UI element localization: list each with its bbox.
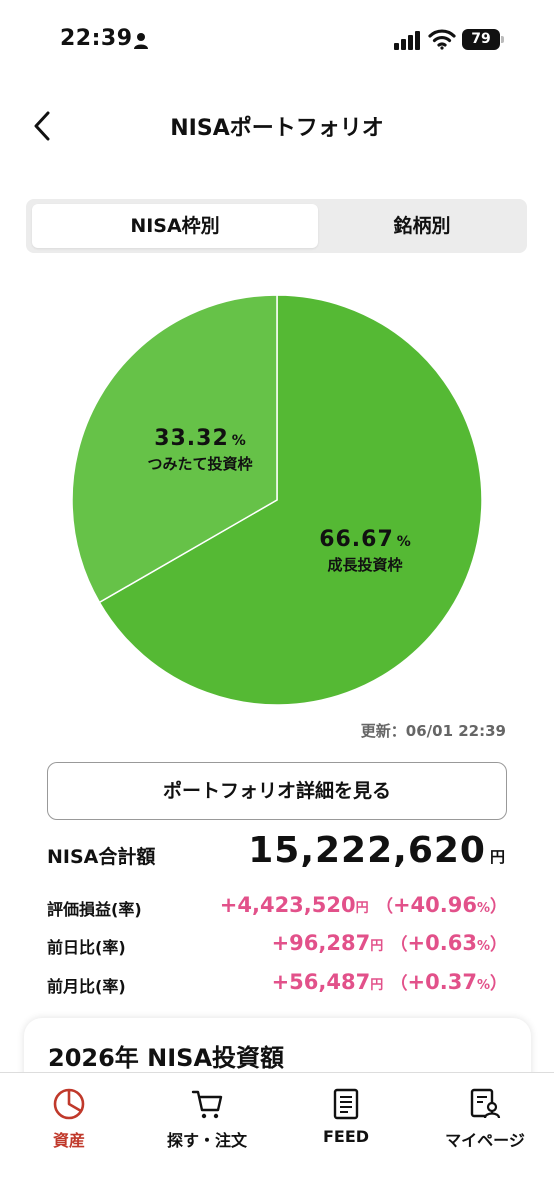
tab-by-stock[interactable]: 銘柄別 (322, 204, 522, 248)
cart-icon (191, 1090, 223, 1119)
tab-label: 資産 (52, 1131, 85, 1150)
metric-label: 前日比(率) (47, 938, 126, 957)
signal-icon (394, 31, 420, 50)
tab-mypage[interactable]: マイページ (420, 1087, 550, 1151)
wifi-icon (428, 29, 456, 50)
total-amount: 15,222,620 (248, 830, 486, 871)
battery-icon: 79 (462, 29, 504, 50)
tab-label: 探す・注文 (166, 1131, 247, 1150)
tab-search-order[interactable]: 探す・注文 (142, 1087, 272, 1151)
tab-label: マイページ (445, 1131, 525, 1150)
tab-label: FEED (322, 1127, 370, 1146)
updated-timestamp: 更新：06/01 22:39 (360, 722, 506, 740)
document-icon (333, 1088, 359, 1120)
bottom-tab-bar: 資産 探す・注文 FEED マイページ (0, 1072, 554, 1199)
pie-chart: 33.32% つみたて投資枠 66.67% 成長投資枠 (70, 293, 484, 707)
page-title: NISAポートフォリオ (170, 116, 384, 141)
portfolio-detail-button[interactable]: ポートフォリオ詳細を見る (47, 762, 507, 820)
total-value: 15,222,620 円 (248, 830, 506, 871)
pie-label-seichou: 66.67% 成長投資枠 (270, 527, 460, 575)
pie-chart-svg (71, 294, 483, 706)
status-time: 22:39 (60, 26, 133, 51)
pie-pct-seichou: 66.67 (319, 527, 394, 552)
tab-feed[interactable]: FEED (281, 1087, 411, 1146)
battery-level: 79 (462, 29, 500, 50)
pie-label-tsumitate: 33.32% つみたて投資枠 (110, 426, 290, 474)
card-title: 2026年 NISA投資額 (48, 1044, 285, 1072)
metric-value: +4,423,520円 （+40.96%） (219, 893, 507, 917)
pie-name-tsumitate: つみたて投資枠 (147, 455, 253, 473)
segmented-control: NISA枠別 銘柄別 (26, 199, 527, 253)
metric-label: 評価損益(率) (47, 900, 142, 919)
person-icon (134, 33, 148, 49)
metric-label: 前月比(率) (47, 977, 126, 996)
metric-row-valuation: 評価損益(率) +4,423,520円 （+40.96%） (47, 892, 507, 922)
metric-value: +96,287円 （+0.63%） (271, 931, 507, 955)
tab-nisa-frame[interactable]: NISA枠別 (32, 204, 318, 248)
metric-row-daily: 前日比(率) +96,287円 （+0.63%） (47, 930, 507, 960)
metric-row-monthly: 前月比(率) +56,487円 （+0.37%） (47, 969, 507, 999)
pie-pct-tsumitate: 33.32 (154, 426, 229, 451)
metric-value: +56,487円 （+0.37%） (271, 970, 507, 994)
pie-name-seichou: 成長投資枠 (327, 556, 403, 574)
total-label: NISA合計額 (47, 846, 156, 868)
profile-icon (470, 1088, 501, 1119)
pie-chart-icon (53, 1088, 85, 1120)
tab-assets[interactable]: 資産 (4, 1087, 134, 1151)
status-bar: 22:39 79 (0, 0, 554, 80)
nav-header: NISAポートフォリオ (0, 100, 554, 152)
total-unit: 円 (489, 848, 506, 866)
